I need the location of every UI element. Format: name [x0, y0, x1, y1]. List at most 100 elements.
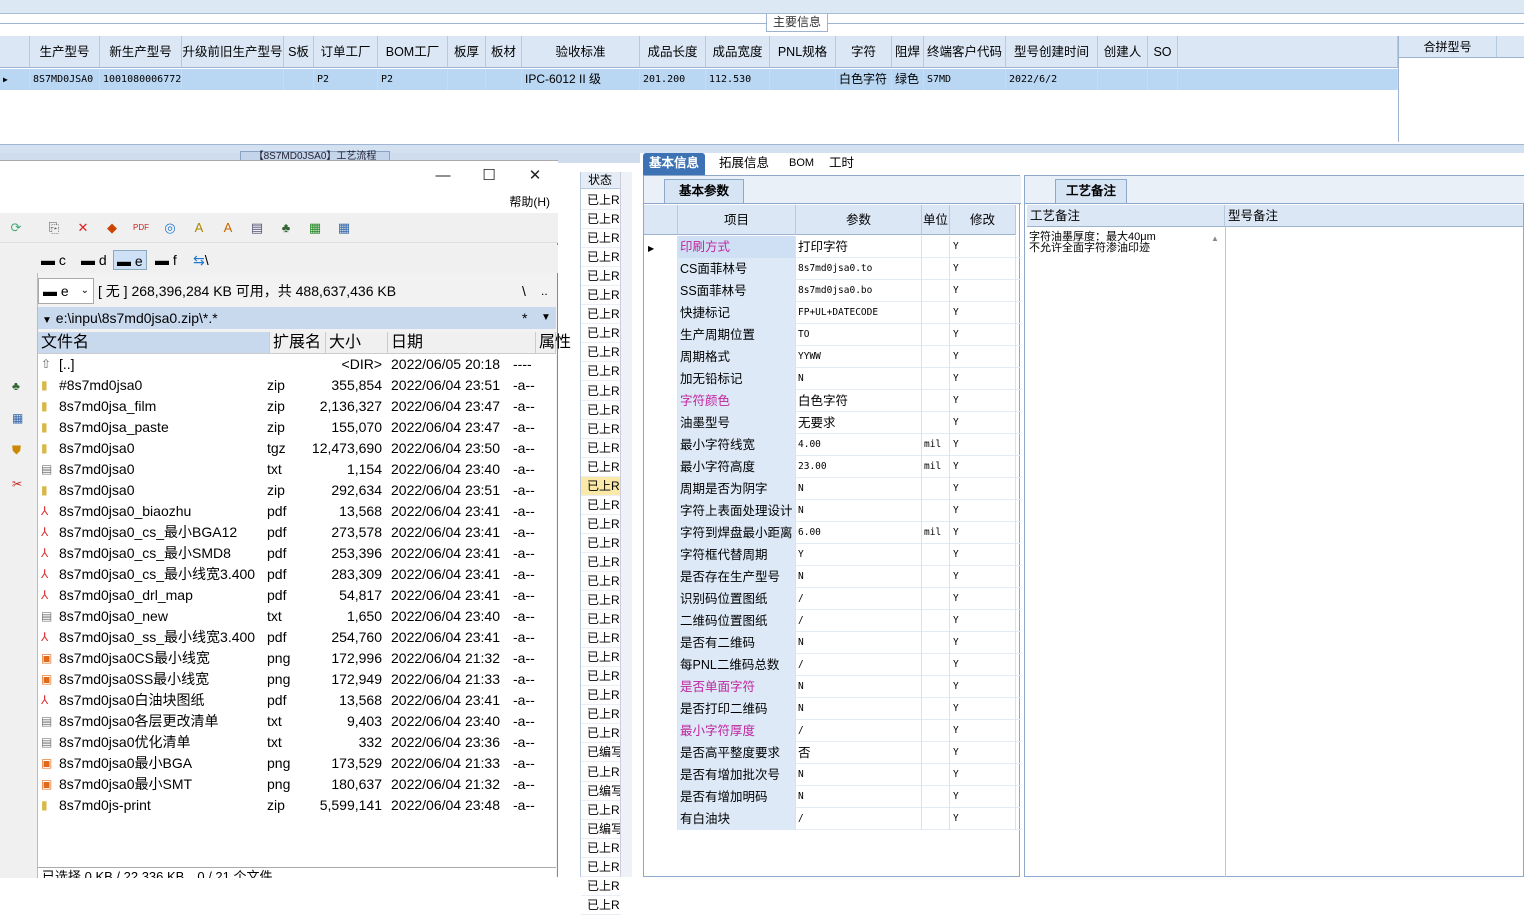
file-row[interactable]: ▣ 8s7md0jsa0CS最小线宽 png 172,996 2022/06/04 21…: [38, 648, 556, 669]
param-modify[interactable]: Y: [950, 720, 1016, 742]
drive-select[interactable]: ▬ e ⌄: [38, 278, 94, 304]
param-modify[interactable]: Y: [950, 544, 1016, 566]
network-drive-button[interactable]: ⇆\: [190, 250, 212, 270]
param-row[interactable]: 是否有二维码 N Y: [644, 632, 1021, 654]
status-cell[interactable]: 已上R: [581, 572, 621, 591]
file-row[interactable]: ▤ 8s7md0jsa0优化清单 txt 332 2022/06/04 23:36 -a-…: [38, 732, 556, 753]
delete-icon[interactable]: ✕: [75, 220, 91, 236]
network-icon[interactable]: ♣: [12, 379, 20, 393]
status-cell[interactable]: 已上R: [581, 648, 621, 668]
param-value[interactable]: /: [796, 654, 922, 676]
status-cell[interactable]: 已上R: [581, 362, 621, 382]
param-modify[interactable]: Y: [950, 390, 1016, 412]
status-cell[interactable]: 已上R: [581, 610, 621, 630]
process-scrollbar[interactable]: [620, 172, 632, 877]
param-value[interactable]: /: [796, 720, 922, 742]
file-row[interactable]: ⇧ [..] <DIR> 2022/06/05 20:18 ----: [38, 354, 556, 375]
param-row[interactable]: 有白油块 / Y: [644, 808, 1021, 830]
print-icon[interactable]: ▤: [249, 220, 265, 236]
param-row[interactable]: 字符到焊盘最小距离 6.00 mil Y: [644, 522, 1021, 544]
column-header-modify[interactable]: 修改: [950, 205, 1016, 235]
param-modify[interactable]: Y: [950, 742, 1016, 764]
param-modify[interactable]: Y: [950, 258, 1016, 280]
status-cell[interactable]: 已编写: [581, 820, 621, 839]
param-value[interactable]: 23.00: [796, 456, 922, 478]
param-modify[interactable]: Y: [950, 500, 1016, 522]
sync-icon[interactable]: ◎: [162, 220, 178, 236]
column-header-filename[interactable]: 文件名: [38, 332, 270, 354]
file-row[interactable]: ▮ 8s7md0jsa_film zip 2,136,327 2022/06/04 23…: [38, 396, 556, 417]
file-list[interactable]: 文件名 扩展名 大小 日期 属性 ⇧ [..] <DIR> 2022/06/05 20:18 --…: [38, 332, 571, 878]
title-bar[interactable]: — ☐ ✕: [0, 161, 558, 191]
model-remark-header[interactable]: 型号备注: [1225, 205, 1523, 227]
param-modify[interactable]: Y: [950, 764, 1016, 786]
param-modify[interactable]: Y: [950, 368, 1016, 390]
param-value[interactable]: 8s7md0jsa0.to: [796, 258, 922, 280]
status-header[interactable]: 状态: [581, 172, 621, 189]
file-row[interactable]: ▮ #8s7md0jsa0 zip 355,854 2022/06/04 23:51 -a…: [38, 375, 556, 396]
status-cell[interactable]: 已上R: [581, 401, 621, 420]
param-modify[interactable]: Y: [950, 632, 1016, 654]
file-row[interactable]: ▮ 8s7md0jsa0 tgz 12,473,690 2022/06/04 23:50…: [38, 438, 556, 459]
param-modify[interactable]: Y: [950, 346, 1016, 368]
status-cell[interactable]: 已上R: [581, 839, 621, 858]
status-cell[interactable]: 已上R: [581, 229, 621, 249]
status-cell[interactable]: 已上R: [581, 763, 621, 782]
status-cell[interactable]: 已上R: [581, 191, 621, 210]
param-row[interactable]: 周期是否为阴字 N Y: [644, 478, 1021, 500]
param-value[interactable]: N: [796, 368, 922, 390]
param-modify[interactable]: Y: [950, 478, 1016, 500]
tab-basic-info[interactable]: 基本信息: [643, 153, 706, 175]
param-row[interactable]: 字符框代替周期 Y Y: [644, 544, 1021, 566]
table-cell[interactable]: 白色字符: [836, 69, 892, 90]
excel-icon[interactable]: ▦: [307, 220, 323, 236]
status-cell[interactable]: 已上R: [581, 458, 621, 477]
param-row[interactable]: 最小字符线宽 4.00 mil Y: [644, 434, 1021, 456]
param-row[interactable]: 是否有增加批次号 N Y: [644, 764, 1021, 786]
file-row[interactable]: ⅄ 8s7md0jsa0_cs_最小线宽3.400 pdf 283,309 2022/0…: [38, 564, 556, 585]
status-cell[interactable]: 已上R: [581, 286, 621, 306]
column-header-param[interactable]: 参数: [796, 205, 922, 235]
file-row[interactable]: ▣ 8s7md0jsa0最小SMT png 180,637 2022/06/04 21:…: [38, 774, 556, 795]
help-menu[interactable]: 帮助(H): [0, 191, 558, 213]
status-cell[interactable]: 已上R: [581, 439, 621, 458]
parent-button[interactable]: ..: [541, 278, 548, 304]
word-icon[interactable]: ▦: [336, 220, 352, 236]
status-cell[interactable]: 已上R: [581, 496, 621, 515]
minimize-button[interactable]: —: [420, 165, 466, 187]
font-icon[interactable]: A: [220, 220, 236, 236]
param-value[interactable]: 6.00: [796, 522, 922, 544]
table-cell[interactable]: 2022/6/2: [1006, 69, 1098, 90]
status-cell[interactable]: 已编写: [581, 743, 621, 763]
file-row[interactable]: ▣ 8s7md0jsa0最小BGA png 173,529 2022/06/04 21:…: [38, 753, 556, 774]
copy-icon[interactable]: ⎘: [46, 220, 62, 236]
param-modify[interactable]: Y: [950, 434, 1016, 456]
column-header[interactable]: 生产型号: [30, 36, 100, 68]
param-value[interactable]: FP+UL+DATECODE: [796, 302, 922, 324]
param-modify[interactable]: Y: [950, 280, 1016, 302]
status-cell[interactable]: 已上R: [581, 343, 621, 363]
column-header[interactable]: 阻焊: [892, 36, 924, 68]
param-modify[interactable]: Y: [950, 522, 1016, 544]
scroll-up-icon[interactable]: ▲: [1211, 234, 1219, 874]
param-modify[interactable]: Y: [950, 698, 1016, 720]
param-row[interactable]: 二维码位置图纸 / Y: [644, 610, 1021, 632]
param-row[interactable]: 是否打印二维码 N Y: [644, 698, 1021, 720]
root-button[interactable]: \: [522, 278, 526, 304]
param-row[interactable]: 油墨型号 无要求 Y: [644, 412, 1021, 434]
status-cell[interactable]: 已上R: [581, 324, 621, 344]
archive-icon[interactable]: ◆: [104, 220, 120, 236]
table-cell[interactable]: 8S7MD0JSA0: [30, 69, 100, 90]
param-row[interactable]: 加无铅标记 N Y: [644, 368, 1021, 390]
param-row[interactable]: ▶ 印刷方式 打印字符 Y: [644, 236, 1021, 258]
splitter[interactable]: [0, 145, 1524, 153]
status-cell[interactable]: 已上R: [581, 705, 621, 725]
table-cell[interactable]: IPC-6012 II 级: [522, 69, 640, 90]
column-header[interactable]: 型号创建时间: [1006, 36, 1098, 68]
file-row[interactable]: ▮ 8s7md0js-print zip 5,599,141 2022/06/04 23…: [38, 795, 556, 816]
status-cell[interactable]: 已上R: [581, 553, 621, 572]
param-modify[interactable]: Y: [950, 324, 1016, 346]
param-value[interactable]: /: [796, 588, 922, 610]
param-modify[interactable]: Y: [950, 236, 1016, 258]
column-header-item[interactable]: 项目: [678, 205, 796, 235]
